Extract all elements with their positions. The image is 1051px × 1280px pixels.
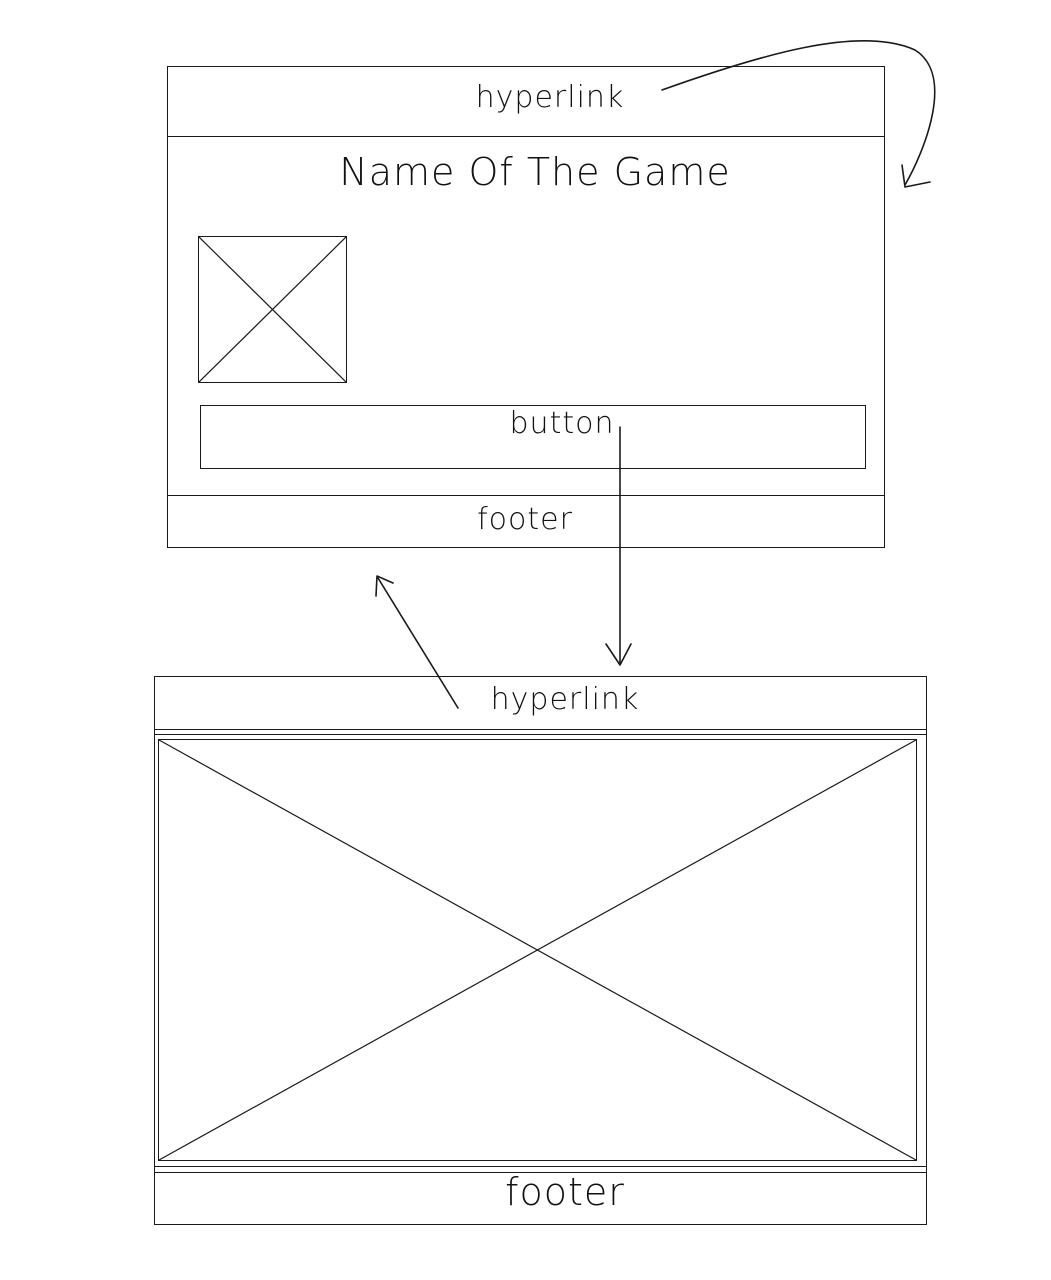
game-title: Name Of The Game xyxy=(339,150,731,194)
arrowhead-game-link-to-main xyxy=(375,575,394,597)
main-header-divider xyxy=(167,136,885,137)
main-footer-divider xyxy=(167,495,885,496)
game-footer-divider-1 xyxy=(154,1166,927,1167)
arrowhead-button-to-game xyxy=(605,643,632,666)
image-placeholder-icon xyxy=(159,740,916,1160)
play-button-label: button xyxy=(509,406,615,441)
game-header-divider-2 xyxy=(154,734,927,735)
arrowhead-header-link-to-main xyxy=(901,164,931,188)
game-thumbnail-placeholder xyxy=(198,236,347,383)
main-footer: footer xyxy=(477,502,573,537)
game-footer: footer xyxy=(505,1170,625,1214)
image-placeholder-icon xyxy=(199,237,346,382)
main-header-hyperlink[interactable]: hyperlink xyxy=(420,80,680,115)
game-area-placeholder xyxy=(158,739,917,1161)
game-header-divider-1 xyxy=(154,729,927,730)
game-header-hyperlink[interactable]: hyperlink xyxy=(440,682,690,717)
